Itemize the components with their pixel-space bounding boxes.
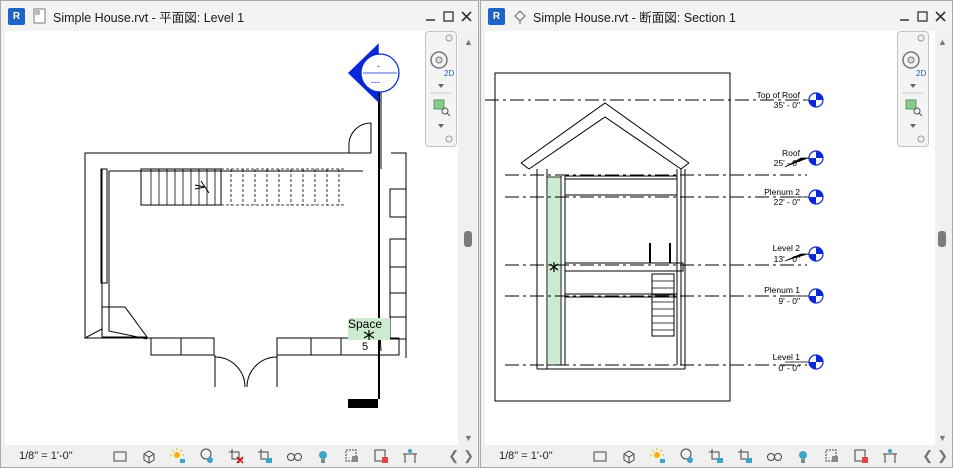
revit-app-icon[interactable]: R <box>8 7 25 25</box>
view-scale[interactable]: 1/8" = 1'-0" <box>19 450 99 462</box>
shadows-icon[interactable] <box>679 448 695 464</box>
navigation-bar[interactable]: 2D <box>897 31 929 147</box>
window-title: Simple House.rvt - 断面図: Section 1 <box>533 10 736 25</box>
section-drawing: Top of Roof 35' - 0" Roof 25' - 0" Plenu… <box>485 72 824 402</box>
show-crop-icon[interactable] <box>737 448 753 464</box>
maximize-icon[interactable] <box>441 7 456 25</box>
scrollbar-thumb[interactable] <box>938 231 946 247</box>
sun-path-icon[interactable] <box>650 448 666 464</box>
level-elevation-top-of-roof: 35' - 0" <box>774 100 800 110</box>
show-crop-icon[interactable] <box>257 448 273 464</box>
reveal-hidden-icon[interactable] <box>315 448 331 464</box>
zoom-region-icon[interactable] <box>433 99 451 117</box>
level-elevation-plenum-2: 22' - 0" <box>774 197 800 207</box>
zoom-region-icon[interactable] <box>905 99 923 117</box>
scrollbar-thumb[interactable] <box>464 231 472 247</box>
navigation-bar[interactable]: 2D <box>425 31 457 147</box>
close-nav-icon[interactable] <box>917 34 925 42</box>
space-tag-number: 5 <box>362 341 368 353</box>
scroll-left-icon[interactable]: ❮ <box>922 448 933 464</box>
nav-options-icon[interactable] <box>917 135 925 143</box>
temporary-view-properties-icon[interactable] <box>344 448 360 464</box>
scroll-up-icon[interactable]: ▲ <box>938 37 947 47</box>
close-icon[interactable] <box>459 7 474 25</box>
title-bar[interactable]: R Simple House.rvt - 平面図: Level 1 <box>1 1 478 31</box>
nav-2d-label: 2D <box>444 69 454 78</box>
level-name-plenum-1: Plenum 1 <box>764 285 800 295</box>
section-window[interactable]: R Simple House.rvt - 断面図: Section 1 Top … <box>480 0 953 468</box>
level-head-roof[interactable] <box>808 150 824 166</box>
minimize-icon[interactable] <box>423 7 438 25</box>
close-nav-icon[interactable] <box>445 34 453 42</box>
zoom-dropdown-icon[interactable] <box>910 124 916 128</box>
scroll-down-icon[interactable]: ▼ <box>938 433 947 443</box>
reveal-hidden-icon[interactable] <box>795 448 811 464</box>
nav-dropdown-icon[interactable] <box>438 84 444 88</box>
level-elevation-plenum-1: 9' - 0" <box>778 296 800 306</box>
steering-wheel-icon[interactable] <box>902 51 920 69</box>
temporary-view-properties-icon[interactable] <box>824 448 840 464</box>
analytical-model-icon[interactable] <box>402 448 418 464</box>
level-head-level-1[interactable] <box>808 354 824 370</box>
level-name-top-of-roof: Top of Roof <box>757 90 801 100</box>
level-elevation-level-1: 0' - 0" <box>778 363 800 373</box>
close-icon[interactable] <box>933 7 948 25</box>
vertical-scrollbar[interactable]: ▲ ▼ <box>935 31 949 451</box>
drawing-canvas[interactable]: Top of Roof 35' - 0" Roof 25' - 0" Plenu… <box>485 31 936 445</box>
maximize-icon[interactable] <box>915 7 930 25</box>
floor-plan-drawing: - --- Space 5 <box>84 43 407 408</box>
steering-wheel-icon[interactable] <box>430 51 448 69</box>
detail-level-icon[interactable] <box>592 448 608 464</box>
revit-app-icon[interactable]: R <box>488 7 505 25</box>
scroll-down-icon[interactable]: ▼ <box>464 433 473 443</box>
minimize-icon[interactable] <box>897 7 912 25</box>
level-name-roof: Roof <box>782 148 801 158</box>
section-view-icon <box>514 10 526 24</box>
level-name-plenum-2: Plenum 2 <box>764 187 800 197</box>
scroll-right-icon[interactable]: ❯ <box>937 448 948 464</box>
window-title: Simple House.rvt - 平面図: Level 1 <box>53 10 245 25</box>
level-head-plenum-2[interactable] <box>808 189 824 205</box>
nav-options-icon[interactable] <box>445 135 453 143</box>
view-control-bar: 1/8" = 1'-0" ❮ ❯ <box>481 445 952 467</box>
detail-level-icon[interactable] <box>112 448 128 464</box>
scroll-left-icon[interactable]: ❮ <box>448 448 459 464</box>
nav-2d-label: 2D <box>916 69 926 78</box>
zoom-dropdown-icon[interactable] <box>438 124 444 128</box>
scroll-right-icon[interactable]: ❯ <box>463 448 474 464</box>
section-marker-bottom: --- <box>371 77 380 87</box>
sun-path-icon[interactable] <box>170 448 186 464</box>
title-bar[interactable]: R Simple House.rvt - 断面図: Section 1 <box>481 1 952 31</box>
drawing-canvas[interactable]: - --- Space 5 <box>5 31 458 445</box>
level-elevation-roof: 25' - 0" <box>774 158 800 168</box>
shadows-icon[interactable] <box>199 448 215 464</box>
section-head-marker[interactable] <box>347 43 400 103</box>
crop-view-icon[interactable] <box>228 448 244 464</box>
nav-dropdown-icon[interactable] <box>910 84 916 88</box>
level-name-level-1: Level 1 <box>773 352 801 362</box>
crop-view-icon[interactable] <box>708 448 724 464</box>
visual-style-icon[interactable] <box>621 448 637 464</box>
worksharing-icon[interactable] <box>853 448 869 464</box>
vertical-scrollbar[interactable]: ▲ ▼ <box>461 31 475 451</box>
scroll-up-icon[interactable]: ▲ <box>464 37 473 47</box>
visual-style-icon[interactable] <box>141 448 157 464</box>
section-marker-top: - <box>377 61 380 71</box>
view-scale[interactable]: 1/8" = 1'-0" <box>499 450 579 462</box>
level-head-level-2[interactable] <box>808 246 824 262</box>
view-control-bar: 1/8" = 1'-0" ❮ ❯ <box>1 445 478 467</box>
worksharing-icon[interactable] <box>373 448 389 464</box>
temporary-hide-icon[interactable] <box>766 448 782 464</box>
level-head-plenum-1[interactable] <box>808 288 824 304</box>
analytical-model-icon[interactable] <box>882 448 898 464</box>
space-tag-name: Space <box>348 317 382 331</box>
temporary-hide-icon[interactable] <box>286 448 302 464</box>
view-document-icon <box>33 8 46 24</box>
floor-plan-window[interactable]: R Simple House.rvt - 平面図: Level 1 - --- … <box>0 0 479 468</box>
level-name-level-2: Level 2 <box>773 243 801 253</box>
level-head-top-of-roof[interactable] <box>808 92 824 108</box>
level-elevation-level-2: 13' - 0" <box>774 254 800 264</box>
